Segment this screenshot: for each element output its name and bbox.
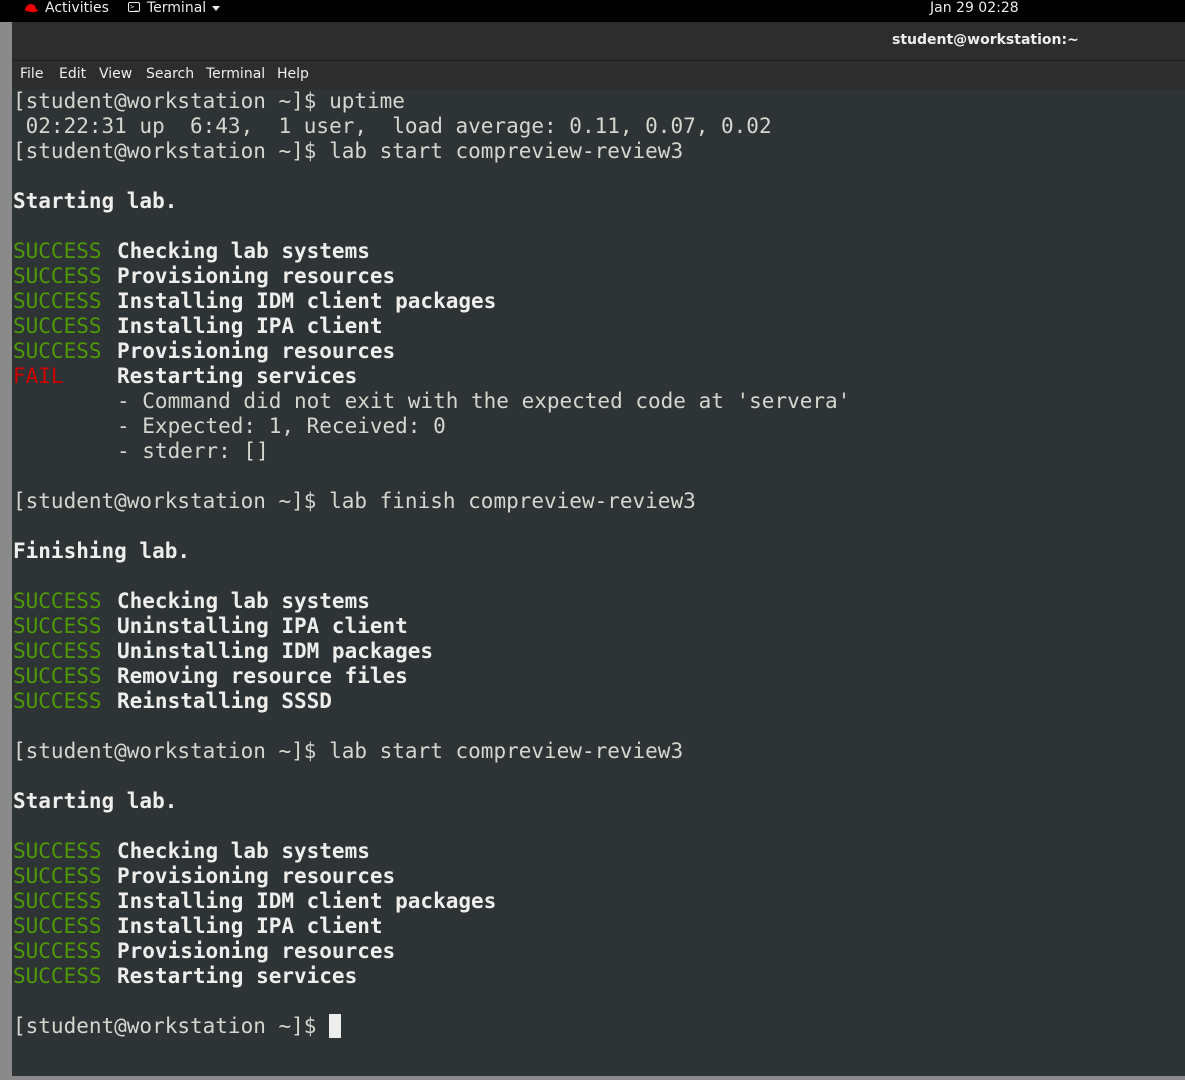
status-heading: Starting lab. [13,189,178,213]
step-text: Installing IDM client packages [117,889,497,913]
result-row: SUCCESS Uninstalling IDM packages [13,639,433,664]
success-label: SUCCESS [13,864,102,888]
success-label: SUCCESS [13,289,102,313]
step-text: Installing IPA client [117,914,383,938]
result-row: SUCCESS Checking lab systems [13,839,370,864]
menu-search[interactable]: Search [146,66,194,82]
success-label: SUCCESS [13,264,102,288]
success-label: SUCCESS [13,339,102,363]
menu-terminal[interactable]: Terminal [206,66,265,82]
terminal-output[interactable]: [student@workstation ~]$ uptime 02:22:31… [12,89,1185,1076]
result-row: SUCCESS Uninstalling IPA client [13,614,408,639]
success-label: SUCCESS [13,889,102,913]
terminal-icon: >_ [128,2,140,12]
success-label: SUCCESS [13,314,102,338]
command-line: [student@workstation ~]$ [13,1014,342,1039]
success-label: SUCCESS [13,964,102,988]
desktop-edge [0,22,12,1080]
success-label: SUCCESS [13,589,102,613]
prompt: [student@workstation ~]$ [13,139,330,163]
step-text: Provisioning resources [117,939,396,963]
window-title: student@workstation:~ [892,32,1079,48]
app-menu-terminal[interactable]: >_ Terminal [128,0,221,22]
prompt: [student@workstation ~]$ [13,739,330,763]
result-row: SUCCESS Checking lab systems [13,589,370,614]
result-row: SUCCESS Installing IPA client [13,914,383,939]
step-text: Restarting services [117,964,358,988]
result-row: SUCCESS Provisioning resources [13,264,395,289]
menu-file[interactable]: File [20,66,43,82]
top-bar: Activities >_ Terminal Jan 29 02:28 [0,0,1185,22]
result-row: SUCCESS Removing resource files [13,664,408,689]
command-line: [student@workstation ~]$ lab start compr… [13,139,683,164]
detail-text: - stderr: [] [117,439,269,463]
step-text: Removing resource files [117,664,408,688]
status-heading: Finishing lab. [13,539,191,563]
step-text: Checking lab systems [117,839,370,863]
app-menu-label: Terminal [147,0,207,16]
step-text: Reinstalling SSSD [117,689,332,713]
prompt: [student@workstation ~]$ [13,489,330,513]
status-heading: Starting lab. [13,789,178,813]
step-text: Provisioning resources [117,339,396,363]
success-label: SUCCESS [13,939,102,963]
desktop-edge [0,1076,1185,1080]
success-label: SUCCESS [13,239,102,263]
step-text: Restarting services [117,364,358,388]
step-text: Installing IDM client packages [117,289,497,313]
result-row: SUCCESS Installing IDM client packages [13,289,496,314]
result-row: SUCCESS Provisioning resources [13,339,395,364]
menu-view[interactable]: View [99,66,132,82]
detail-text: - Expected: 1, Received: 0 [117,414,446,438]
activities-label: Activities [45,0,109,16]
result-row: FAIL Restarting services [13,364,357,389]
redhat-logo-icon [25,4,38,13]
command: uptime [329,89,405,113]
step-text: Provisioning resources [117,864,396,888]
result-row: SUCCESS Restarting services [13,964,357,989]
command-line: [student@workstation ~]$ lab start compr… [13,739,683,764]
prompt: [student@workstation ~]$ [13,1014,330,1038]
command: lab finish compreview-review3 [329,489,696,513]
success-label: SUCCESS [13,614,102,638]
result-row: SUCCESS Installing IDM client packages [13,889,496,914]
menu-bar: File Edit View Search Terminal Help [12,61,1185,90]
uptime-output: 02:22:31 up 6:43, 1 user, load average: … [13,114,772,138]
text-cursor [329,1014,342,1038]
step-text: Installing IPA client [117,314,383,338]
menu-edit[interactable]: Edit [59,66,86,82]
chevron-down-icon [212,6,221,11]
command-line: [student@workstation ~]$ uptime [13,89,405,114]
result-row: SUCCESS Provisioning resources [13,939,395,964]
step-text: Checking lab systems [117,239,370,263]
prompt: [student@workstation ~]$ [13,89,330,113]
result-row: SUCCESS Checking lab systems [13,239,370,264]
result-row: SUCCESS Reinstalling SSSD [13,689,332,714]
step-text: Provisioning resources [117,264,396,288]
success-label: SUCCESS [13,664,102,688]
success-label: SUCCESS [13,839,102,863]
success-label: SUCCESS [13,914,102,938]
activities-button[interactable]: Activities [24,0,109,22]
step-text: Uninstalling IPA client [117,614,408,638]
clock[interactable]: Jan 29 02:28 [930,0,1019,22]
window-titlebar[interactable]: student@workstation:~ [12,22,1185,61]
fail-label: FAIL [13,364,64,388]
result-row: SUCCESS Installing IPA client [13,314,383,339]
success-label: SUCCESS [13,639,102,663]
command-line: [student@workstation ~]$ lab finish comp… [13,489,696,514]
command: lab start compreview-review3 [329,739,684,763]
menu-help[interactable]: Help [277,66,309,82]
success-label: SUCCESS [13,689,102,713]
detail-text: - Command did not exit with the expected… [117,389,851,413]
step-text: Uninstalling IDM packages [117,639,434,663]
step-text: Checking lab systems [117,589,370,613]
terminal-window: student@workstation:~ File Edit View Sea… [12,22,1185,1076]
result-row: SUCCESS Provisioning resources [13,864,395,889]
command: lab start compreview-review3 [329,139,684,163]
